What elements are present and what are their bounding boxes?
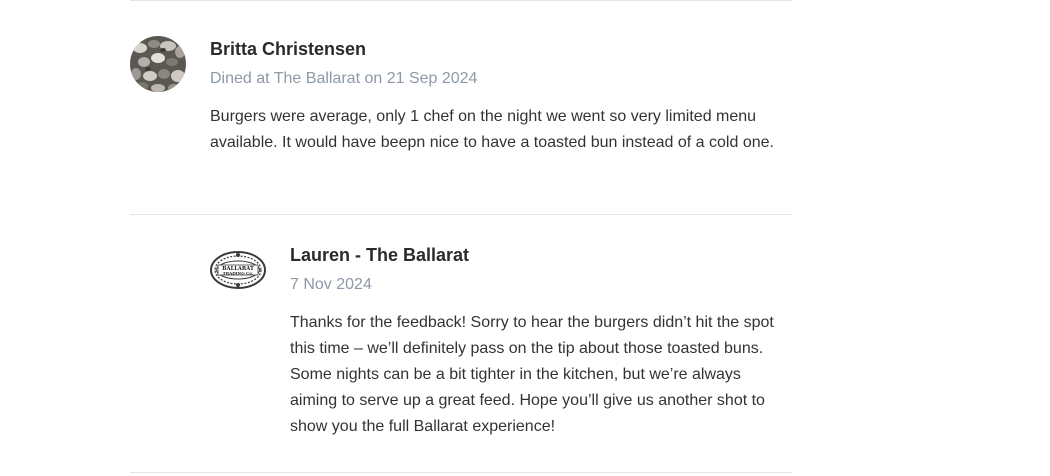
reviewer-avatar [130,36,186,92]
review-text: Burgers were average, only 1 chef on the… [210,108,774,151]
reply-avatar: BALLARAT TRADING Co. [210,242,266,298]
top-divider [130,0,792,1]
logo-text-line2: TRADING Co. [223,271,254,276]
pebbles-photo-icon [130,36,186,92]
reply-author-name: Lauren - The Ballarat [290,245,470,265]
reply-text: Thanks for the feedback! Sorry to hear t… [290,314,774,435]
bottom-divider [130,472,792,473]
reply-date: 7 Nov 2024 [290,276,372,293]
review-dined-info: Dined at The Ballarat on 21 Sep 2024 [210,70,478,87]
review-divider [130,214,792,215]
ballarat-trading-co-logo-icon: BALLARAT TRADING Co. [210,251,266,289]
reviewer-name: Britta Christensen [210,39,367,59]
